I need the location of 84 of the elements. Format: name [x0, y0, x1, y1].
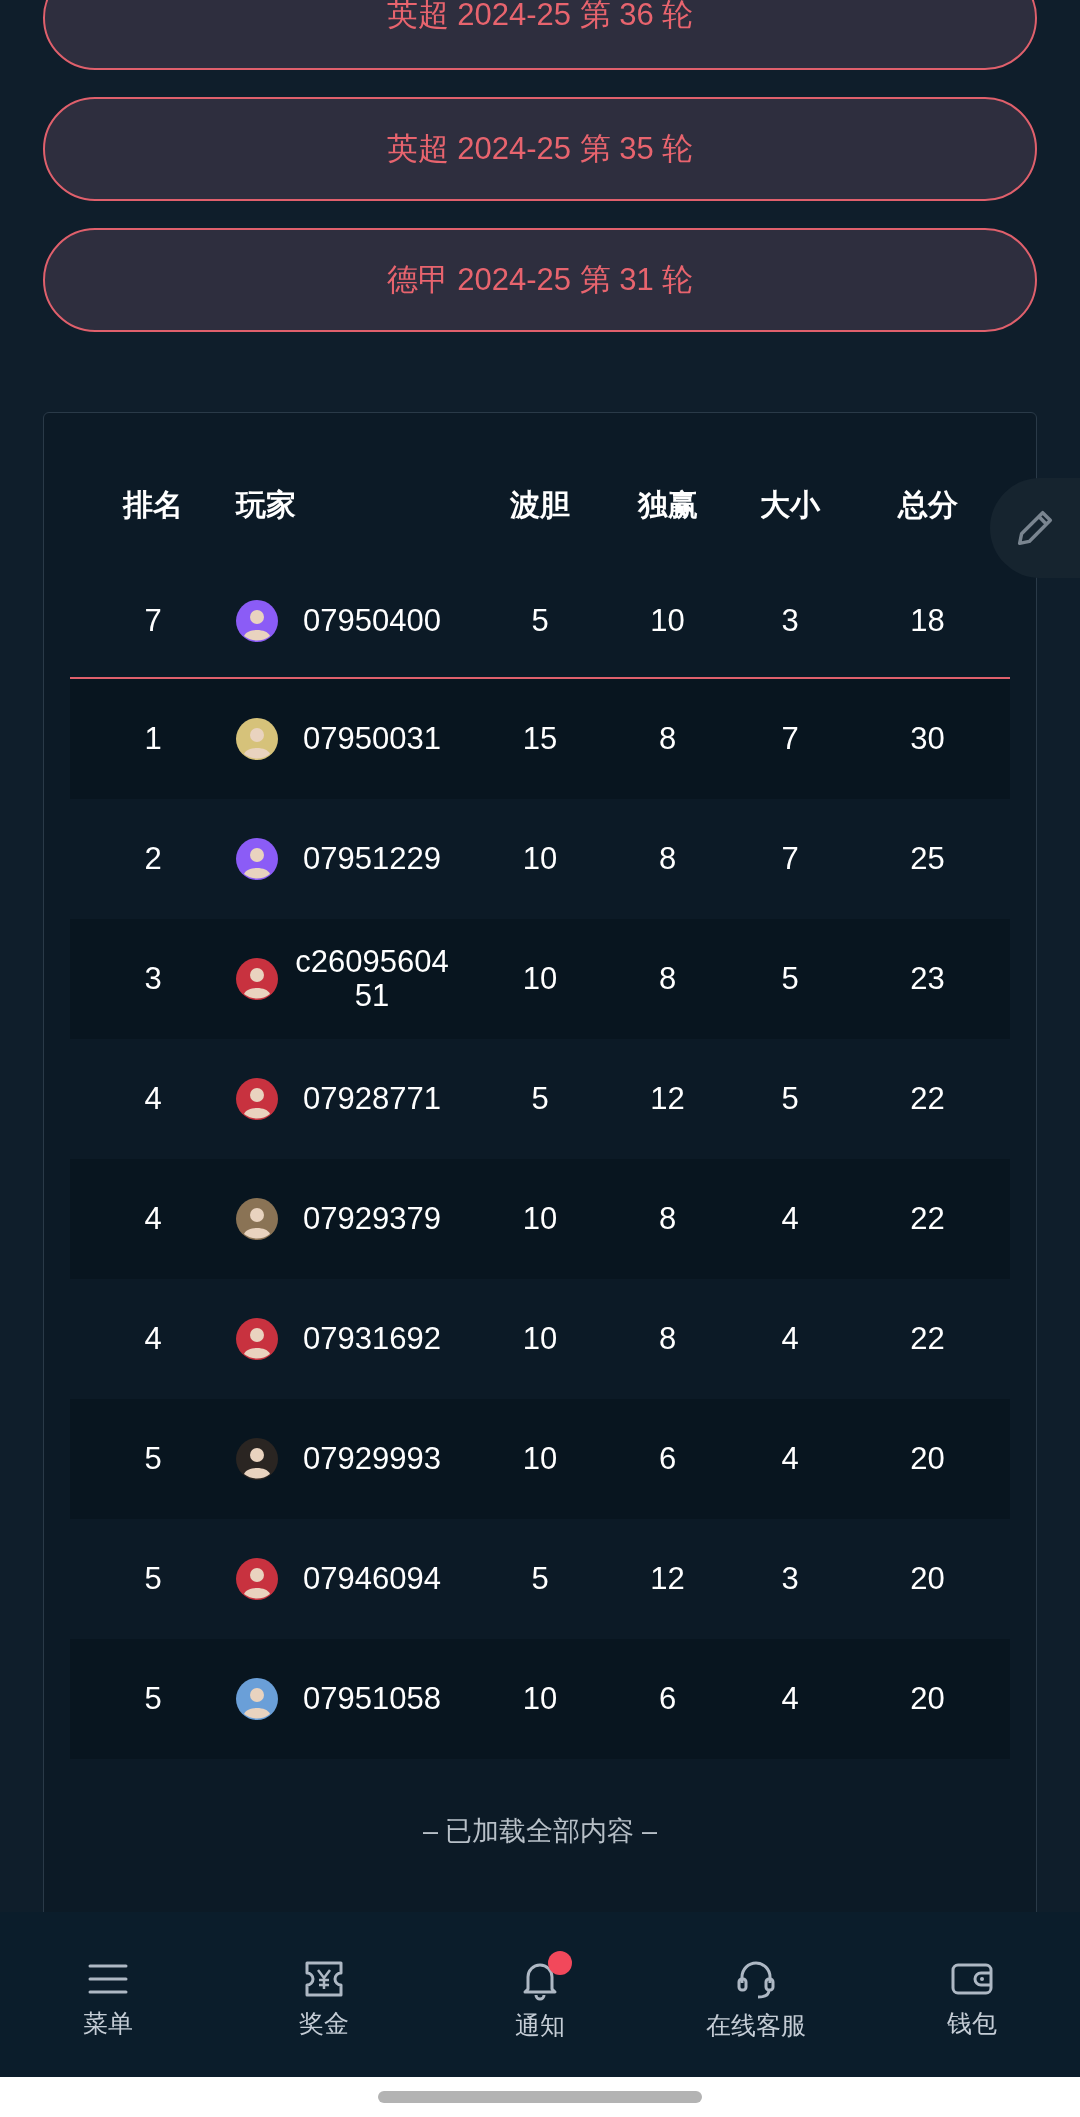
- column-header: 排名: [123, 486, 183, 523]
- table-cell-text: 12: [650, 1079, 685, 1118]
- table-cell-text: 22: [910, 1199, 945, 1238]
- table-cell-text: 7: [781, 719, 799, 758]
- table-cell-text: 4: [781, 1439, 799, 1478]
- table-cell-text: 4: [781, 1319, 799, 1358]
- avatar-icon: [236, 838, 278, 880]
- table-cell-text: 5: [144, 1679, 162, 1718]
- table-cell-text: 5: [531, 1559, 549, 1598]
- table-cell-text: 8: [658, 839, 677, 878]
- table-cell-text: 5: [144, 1439, 162, 1478]
- table-cell-text: 20: [910, 1439, 945, 1478]
- round-button[interactable]: 德甲 2024-25 第 31 轮: [43, 228, 1037, 332]
- nav-tab[interactable]: 钱包: [933, 1946, 1011, 2043]
- table-cell-text: 15: [522, 719, 558, 758]
- table-cell-text: 7: [144, 601, 162, 640]
- round-button[interactable]: 英超 2024-25 第 35 轮: [43, 97, 1037, 201]
- table-cell-text: c2609560451: [294, 945, 450, 1013]
- table-cell-text: 07951229: [302, 842, 442, 876]
- table-cell-text: 10: [650, 601, 685, 640]
- column-header: 大小: [760, 486, 820, 523]
- table-cell-text: 1: [144, 719, 162, 758]
- table-cell-text: 3: [781, 1559, 799, 1598]
- table-cell-text: 23: [910, 959, 945, 998]
- avatar-icon: [236, 600, 278, 642]
- table-cell-text: 4: [144, 1319, 162, 1358]
- table-cell-text: 5: [781, 1079, 799, 1118]
- table-cell-text: 8: [658, 959, 677, 998]
- table-cell-text: 07951058: [302, 1682, 442, 1716]
- table-cell-text: 5: [531, 1079, 549, 1118]
- table-cell-text: 10: [522, 959, 558, 998]
- table-cell-text: 5: [531, 601, 549, 640]
- column-header: 波胆: [510, 486, 570, 523]
- table-cell-text: 6: [658, 1439, 677, 1478]
- table-cell-text: 12: [650, 1559, 685, 1598]
- avatar-icon: [236, 1198, 278, 1240]
- table-cell-text: 10: [522, 839, 558, 878]
- table-cell-text: 07929379: [302, 1202, 442, 1236]
- nav-tab[interactable]: 通知: [501, 1944, 579, 2045]
- table-cell-text: 22: [910, 1079, 945, 1118]
- column-header: 独赢: [637, 486, 698, 523]
- nav-tab[interactable]: 奖金: [285, 1946, 363, 2043]
- table-cell-text: 07928771: [302, 1082, 442, 1116]
- table-cell-text: 25: [910, 839, 945, 878]
- table-cell-text: 4: [781, 1199, 799, 1238]
- table-cell-text: 3: [144, 959, 162, 998]
- table-cell-text: 8: [658, 1319, 677, 1358]
- table-cell-text: 07929993: [302, 1442, 442, 1476]
- avatar-icon: [236, 718, 278, 760]
- column-header: 玩家: [236, 486, 296, 523]
- table-cell-text: 10: [522, 1319, 558, 1358]
- table-cell-text: 4: [781, 1679, 799, 1718]
- nav-tab[interactable]: 在线客服: [692, 1944, 820, 2045]
- table-cell-text: 22: [910, 1319, 945, 1358]
- avatar-icon: [236, 1078, 278, 1120]
- avatar-icon: [236, 1318, 278, 1360]
- table-cell-text: 10: [522, 1199, 558, 1238]
- table-cell-text: 30: [910, 719, 945, 758]
- table-cell-text: 07931692: [302, 1322, 442, 1356]
- table-cell-text: 6: [658, 1679, 677, 1718]
- avatar-icon: [236, 958, 278, 1000]
- end-of-list-text: – 已加载全部内容 –: [421, 1815, 658, 1848]
- table-cell-text: 4: [144, 1079, 162, 1118]
- table-cell-text: 4: [144, 1199, 162, 1238]
- avatar-icon: [236, 1678, 278, 1720]
- nav-tab[interactable]: 菜单: [69, 1946, 147, 2043]
- table-cell-text: 10: [522, 1679, 558, 1718]
- table-cell-text: 07946094: [302, 1562, 442, 1596]
- table-cell-text: 3: [781, 601, 799, 640]
- column-header: 总分: [897, 486, 958, 523]
- table-cell-text: 20: [910, 1559, 945, 1598]
- avatar-icon: [236, 1558, 278, 1600]
- avatar-icon: [236, 1438, 278, 1480]
- table-cell-text: 5: [781, 959, 799, 998]
- table-cell-text: 18: [910, 601, 945, 640]
- table-cell-text: 07950031: [302, 722, 442, 756]
- table-cell-text: 8: [658, 1199, 677, 1238]
- table-cell-text: 7: [781, 839, 799, 878]
- table-cell-text: 5: [144, 1559, 162, 1598]
- table-cell-text: 10: [522, 1439, 558, 1478]
- table-cell-text: 07950400: [302, 604, 442, 638]
- table-cell-text: 8: [658, 719, 677, 758]
- table-cell-text: 20: [910, 1679, 945, 1718]
- table-cell-text: 2: [144, 839, 162, 878]
